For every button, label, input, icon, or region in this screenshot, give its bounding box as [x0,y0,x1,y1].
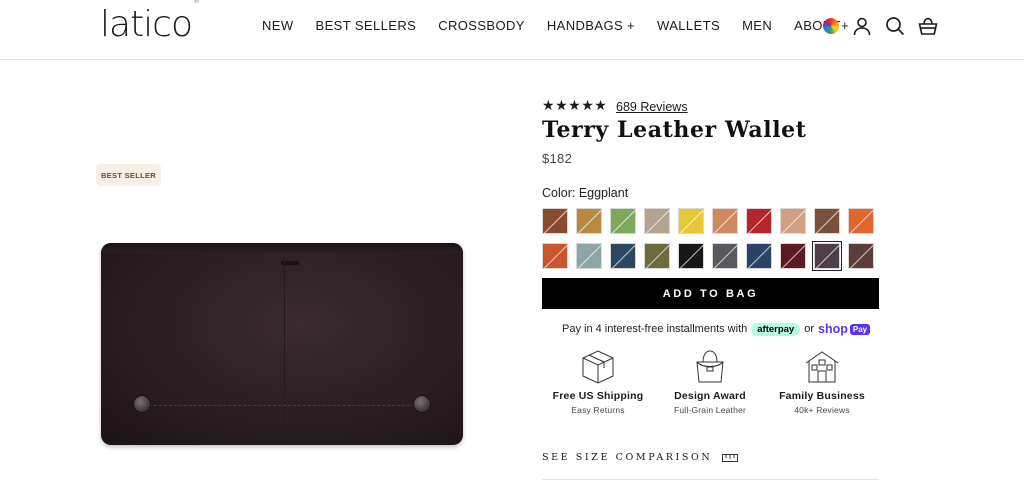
star-icon: ★ [555,98,568,114]
star-icon: ★ [594,98,607,114]
nav-best-sellers[interactable]: BEST SELLERS [316,18,417,33]
feature-title: Free US Shipping [552,390,644,402]
reviews-link[interactable]: 689 Reviews [616,100,688,114]
color-swatch[interactable] [576,208,602,234]
search-icon[interactable] [885,16,905,36]
color-swatch[interactable] [678,243,704,269]
color-swatch[interactable] [780,243,806,269]
product-title: Terry Leather Wallet [542,117,807,143]
ruler-icon [722,453,739,462]
or-text: or [804,323,814,335]
house-icon [805,351,839,383]
product-image[interactable] [101,243,463,445]
wallet-flap [101,243,463,253]
installments-text: Pay in 4 interest-free installments with [562,323,748,335]
nav-men[interactable]: MEN [742,18,772,33]
color-swatch[interactable] [780,208,806,234]
wallet-snap-left [133,395,151,413]
header-icons [823,16,951,36]
color-swatch[interactable] [610,208,636,234]
nav-crossbody[interactable]: CROSSBODY [438,18,525,33]
site-logo[interactable]: latico® [100,0,200,45]
shop-logo[interactable]: shop [818,322,848,336]
color-swatch[interactable] [576,243,602,269]
color-swatch[interactable] [610,243,636,269]
color-wheel-icon[interactable] [823,18,839,34]
main-nav: NEW BEST SELLERS CROSSBODY HANDBAGS + WA… [262,18,871,33]
star-icon: ★ [542,98,555,114]
feature-title: Design Award [674,390,746,402]
wallet-snap-right [413,395,431,413]
color-swatch[interactable] [542,243,568,269]
color-swatch[interactable] [746,208,772,234]
swatch-row [542,208,882,235]
color-swatch[interactable] [678,208,704,234]
cart-icon[interactable] [918,16,938,36]
afterpay-logo[interactable]: afterpay [751,322,801,336]
color-swatch[interactable] [644,243,670,269]
product-price: $182 [542,151,573,166]
nav-new[interactable]: NEW [262,18,294,33]
site-header: latico® NEW BEST SELLERS CROSSBODY HANDB… [0,0,1024,60]
color-swatch[interactable] [542,208,568,234]
feature-family: Family Business 40k+ Reviews [766,348,878,415]
box-icon [582,350,614,384]
feature-design: Design Award Full-Grain Leather [654,348,766,415]
star-icon: ★ [581,98,594,114]
color-swatch[interactable] [848,243,874,269]
size-comparison-label: SEE SIZE COMPARISON [542,452,713,463]
account-icon[interactable] [852,16,872,36]
color-swatch[interactable] [814,208,840,234]
color-swatch[interactable] [644,208,670,234]
rating-stars: ★ ★ ★ ★ ★ [542,99,607,113]
feature-shipping: Free US Shipping Easy Returns [542,348,654,415]
wallet-fold [284,257,285,441]
color-swatch[interactable] [812,241,842,271]
divider [542,479,879,480]
feature-sub: Easy Returns [571,405,625,415]
nav-wallets[interactable]: WALLETS [657,18,720,33]
product-features: Free US Shipping Easy Returns Design Awa… [542,348,879,415]
color-swatch[interactable] [848,208,874,234]
feature-title: Family Business [779,390,865,402]
color-swatch[interactable] [712,243,738,269]
size-comparison-link[interactable]: SEE SIZE COMPARISON [542,452,739,463]
shop-pay-logo[interactable]: Pay [849,323,871,335]
color-label: Color: Eggplant [542,186,629,200]
color-swatch[interactable] [746,243,772,269]
swatch-row [542,241,882,271]
best-seller-badge: BEST SELLER [96,164,161,186]
color-swatch[interactable] [712,208,738,234]
feature-sub: 40k+ Reviews [794,405,850,415]
star-icon: ★ [568,98,581,114]
feature-sub: Full-Grain Leather [673,405,747,415]
color-swatches [542,208,882,278]
wallet-stitch [149,405,415,406]
installments-line: Pay in 4 interest-free installments with… [562,322,871,336]
add-to-bag-button[interactable]: ADD TO BAG [542,278,879,309]
nav-handbags[interactable]: HANDBAGS + [547,18,635,33]
bag-icon [696,350,724,383]
